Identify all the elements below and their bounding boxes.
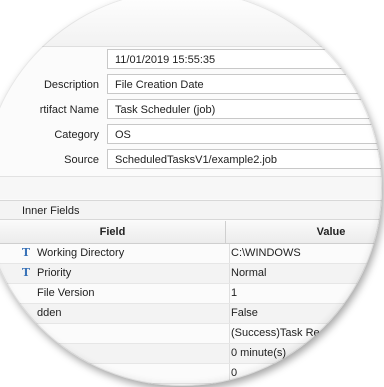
property-row-source: Source ScheduledTasksV1/example2.job xyxy=(0,149,382,171)
value-column-header[interactable]: Value xyxy=(226,221,382,243)
field-name xyxy=(37,364,222,383)
field-value: Normal xyxy=(229,264,382,283)
table-row[interactable]: dden False xyxy=(0,304,382,324)
properties-panel: 11/01/2019 15:55:35 Description File Cre… xyxy=(0,0,382,386)
property-row-category: Category OS xyxy=(0,124,382,146)
property-row-description: Description File Creation Date xyxy=(0,74,382,96)
field-name: terval xyxy=(37,347,64,359)
field-name: Priority xyxy=(37,267,72,279)
source-value-field[interactable]: ScheduledTasksV1/example2.job xyxy=(107,149,382,169)
table-row[interactable]: (Success)Task Ready xyxy=(0,324,382,344)
field-value: False xyxy=(229,304,382,323)
date-value-field[interactable]: 11/01/2019 15:55:35 xyxy=(107,49,382,69)
property-label xyxy=(0,49,104,71)
magnifier-lens: 11/01/2019 15:55:35 Description File Cre… xyxy=(0,0,382,386)
property-label-artifact-name: rtifact Name xyxy=(39,104,99,116)
field-name: File Version xyxy=(37,287,95,299)
field-value: (Success)Task Ready xyxy=(229,324,382,343)
field-value: 1 xyxy=(229,284,382,303)
inner-fields-grid-header: Field Value xyxy=(0,221,382,244)
properties-header xyxy=(0,0,382,47)
property-label-source: Source xyxy=(64,154,99,166)
field-column-header[interactable]: Field xyxy=(0,221,226,243)
property-label-description: Description xyxy=(43,79,99,91)
field-name xyxy=(37,324,222,343)
table-row[interactable]: T Working Directory C:\WINDOWS xyxy=(0,244,382,264)
property-row-date: 11/01/2019 15:55:35 xyxy=(0,49,382,71)
inner-fields-title: Inner Fields xyxy=(0,200,382,220)
property-row-artifact-name: rtifact Name Task Scheduler (job) xyxy=(0,99,382,121)
artifact-name-value-field[interactable]: Task Scheduler (job) xyxy=(107,99,382,119)
field-name: Working Directory xyxy=(37,247,125,259)
table-row[interactable]: T Priority Normal xyxy=(0,264,382,284)
table-row[interactable]: terval 0 minute(s) xyxy=(0,344,382,364)
table-row[interactable]: 0 xyxy=(0,364,382,384)
text-field-icon: T xyxy=(21,246,31,259)
field-value: C:\WINDOWS xyxy=(229,244,382,263)
text-field-icon: T xyxy=(21,266,31,279)
field-value: 0 minute(s) xyxy=(229,344,382,363)
properties-divider xyxy=(0,176,382,199)
field-name: dden xyxy=(37,307,62,319)
property-label-category: Category xyxy=(54,129,99,141)
table-row[interactable]: File Version 1 xyxy=(0,284,382,304)
category-value-field[interactable]: OS xyxy=(107,124,382,144)
magnified-screenshot: 11/01/2019 15:55:35 Description File Cre… xyxy=(0,0,384,387)
description-value-field[interactable]: File Creation Date xyxy=(107,74,382,94)
field-value: 0 xyxy=(229,364,382,383)
